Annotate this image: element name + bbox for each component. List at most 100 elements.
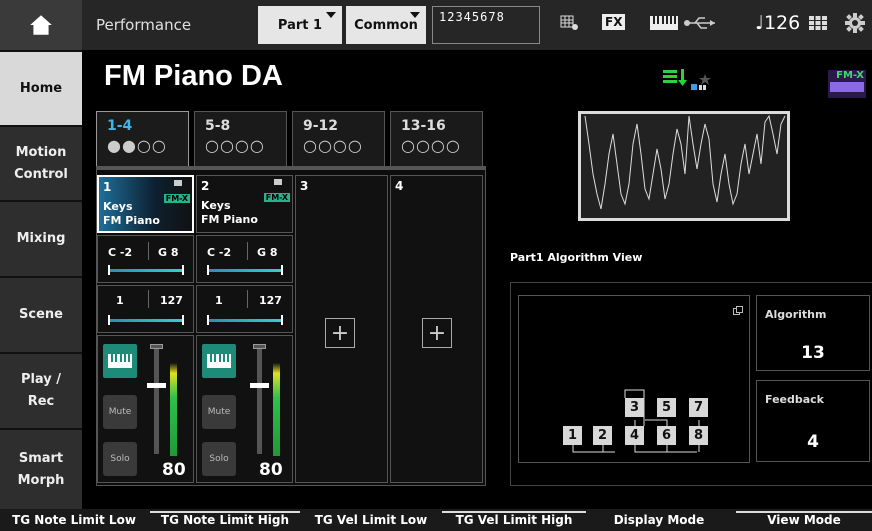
part-1-velocity-limit[interactable]: 1 127 [97, 285, 194, 333]
operator-4[interactable]: 4 [625, 426, 644, 445]
part-1-slot[interactable]: 1 FM-X Keys FM Piano [97, 175, 194, 233]
part-number: 1 [103, 180, 112, 194]
sidebar-item-label: Home [19, 80, 63, 96]
tab-5-8[interactable]: 5-8 ○○○○ [194, 111, 287, 166]
operator-7[interactable]: 7 [689, 398, 708, 417]
feedback-field[interactable]: Feedback 4 [756, 380, 870, 462]
category-search-icon[interactable] [662, 68, 688, 92]
part-2-slot[interactable]: 2 FM-X Keys FM Piano [196, 175, 293, 233]
tg-note-limit-low-button[interactable]: TG Note Limit Low [0, 511, 148, 531]
algorithm-label: Algorithm [765, 308, 827, 321]
chevron-down-icon [326, 12, 336, 18]
fx-button[interactable]: FX [602, 14, 626, 30]
mute-button[interactable]: Mute [103, 395, 137, 429]
common-selector-label: Common [354, 17, 418, 33]
part-2-velocity-limit[interactable]: 1 127 [196, 285, 293, 333]
screen-label: Performance [96, 16, 192, 34]
part-3-slot[interactable]: 3 + [295, 175, 388, 483]
algorithm-diagram[interactable]: 1 2 3 4 5 6 7 8 [518, 295, 750, 463]
part-name: FM Piano [201, 213, 258, 226]
note-limit-low: C -2 [108, 246, 133, 259]
volume-value: 80 [162, 460, 186, 480]
sidebar-item-label: Smart Morph [17, 450, 65, 488]
sidebar-item-motion-control[interactable]: Motion Control [0, 125, 82, 200]
sidebar-item-label: Scene [19, 307, 63, 322]
vel-limit-low: 1 [215, 294, 223, 307]
operator-6[interactable]: 6 [657, 426, 676, 445]
favorite-icon[interactable] [690, 74, 714, 96]
part-number-indicator[interactable]: 12345678 [432, 6, 540, 44]
performance-name[interactable]: FM Piano DA [104, 60, 283, 93]
tab-9-12[interactable]: 9-12 ○○○○ [292, 111, 385, 166]
volume-fader[interactable] [154, 346, 159, 454]
part-category: Keys [201, 199, 231, 212]
fader-knob[interactable] [250, 383, 269, 388]
sidebar-item-smart-morph[interactable]: Smart Morph [0, 428, 82, 509]
keyboard-control-button[interactable] [103, 344, 137, 378]
tab-1-4[interactable]: 1-4 ●●○○ [96, 111, 189, 166]
meter-icon [150, 344, 163, 349]
home-button[interactable] [0, 0, 82, 50]
tg-vel-limit-high-button[interactable]: TG Vel Limit High [442, 511, 586, 531]
meter-icon [253, 344, 266, 349]
operator-2[interactable]: 2 [593, 426, 612, 445]
vel-limit-high: 127 [259, 294, 282, 307]
operator-5[interactable]: 5 [657, 398, 676, 417]
common-selector[interactable]: Common [346, 6, 426, 44]
note-limit-high: G 8 [158, 246, 179, 259]
fmx-badge: FM-X [263, 193, 290, 202]
quick-access-icon[interactable] [808, 14, 828, 36]
level-meter [273, 350, 280, 456]
view-mode-button[interactable]: View Mode [736, 511, 872, 531]
keyboard-icon [108, 354, 132, 368]
vel-limit-high: 127 [160, 294, 183, 307]
settings-icon[interactable] [844, 12, 866, 38]
part-2-note-limit[interactable]: C -2 G 8 [196, 235, 293, 283]
add-part-button[interactable]: + [325, 318, 355, 348]
part-4-slot[interactable]: 4 + [390, 175, 483, 483]
tg-note-limit-high-button[interactable]: TG Note Limit High [150, 511, 300, 531]
tempo-display[interactable]: ♩126 [755, 12, 800, 34]
display-mode-button[interactable]: Display Mode [588, 511, 730, 531]
tg-vel-limit-low-button[interactable]: TG Vel Limit Low [302, 511, 440, 531]
part-selector[interactable]: Part 1 [258, 6, 342, 44]
part-number: 3 [300, 179, 309, 193]
chevron-down-icon [410, 12, 420, 18]
mute-button[interactable]: Mute [202, 395, 236, 429]
part-indicator-dots: ●●○○ [107, 136, 167, 155]
waveform-display [578, 111, 790, 221]
sidebar-item-play-rec[interactable]: Play / Rec [0, 352, 82, 428]
part-selector-label: Part 1 [277, 17, 323, 33]
note-range-bar [207, 269, 282, 272]
add-part-button[interactable]: + [422, 318, 452, 348]
keyboard-icon[interactable] [649, 14, 679, 36]
part-indicator-dots: ○○○○ [205, 136, 265, 155]
operator-1[interactable]: 1 [563, 426, 582, 445]
note-range-bar [108, 269, 183, 272]
algorithm-value: 13 [801, 343, 825, 363]
note-limit-high: G 8 [257, 246, 278, 259]
effect-grid-icon[interactable] [560, 14, 580, 36]
volume-value: 80 [259, 460, 283, 480]
fader-knob[interactable] [147, 383, 166, 388]
fmx-logo: FM-X [828, 70, 866, 98]
waveform-icon [581, 114, 787, 218]
part-1-controls: Mute Solo 80 [97, 335, 194, 483]
solo-button[interactable]: Solo [202, 442, 236, 476]
sidebar-item-scene[interactable]: Scene [0, 276, 82, 352]
solo-button[interactable]: Solo [103, 442, 137, 476]
algorithm-view-title: Part1 Algorithm View [510, 251, 643, 264]
sidebar-item-home[interactable]: Home [0, 50, 82, 125]
sidebar-item-mixing[interactable]: Mixing [0, 200, 82, 276]
keyboard-control-button[interactable] [202, 344, 236, 378]
volume-fader[interactable] [257, 346, 262, 454]
operator-3[interactable]: 3 [625, 398, 644, 417]
note-limit-low: C -2 [207, 246, 232, 259]
operator-8[interactable]: 8 [689, 426, 708, 445]
keyboard-icon [207, 354, 231, 368]
algorithm-field[interactable]: Algorithm 13 [756, 295, 870, 371]
fmx-badge: FM-X [163, 194, 190, 203]
tab-13-16[interactable]: 13-16 ○○○○ [390, 111, 483, 166]
part-1-note-limit[interactable]: C -2 G 8 [97, 235, 194, 283]
part-indicator-dots: ○○○○ [401, 136, 461, 155]
